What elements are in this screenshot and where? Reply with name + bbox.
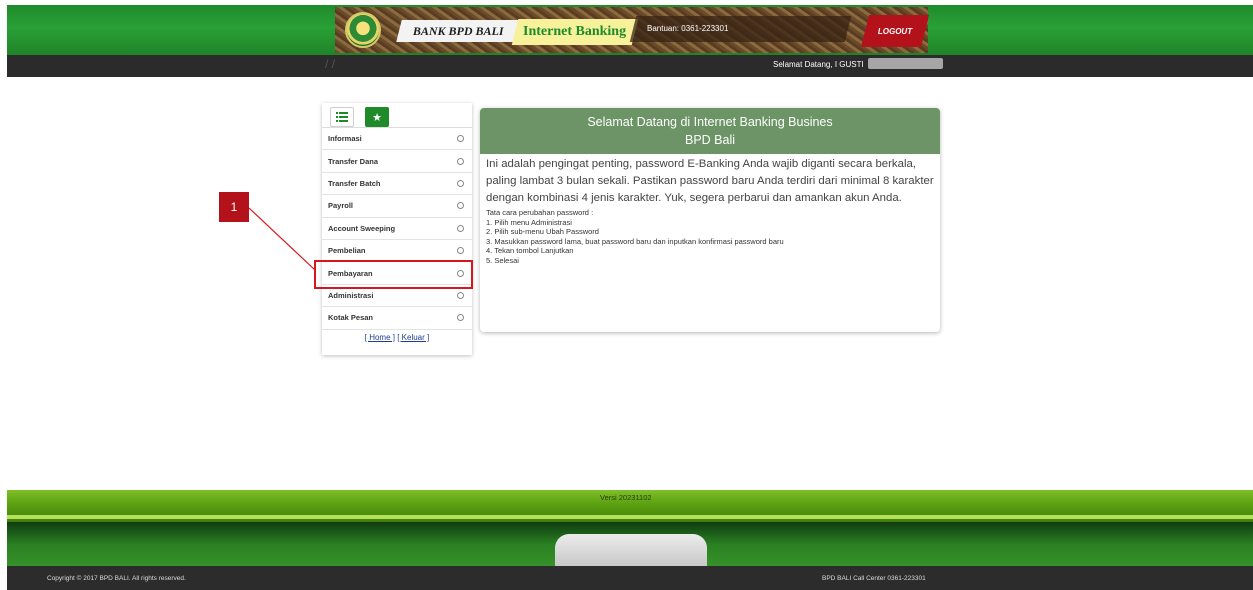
step-item: 1. Pilih menu Administrasi [486, 217, 572, 227]
card-title: Selamat Datang di Internet Banking Busin… [587, 115, 833, 129]
menu-item-informasi[interactable]: Informasi [322, 128, 472, 151]
bank-logo-icon [345, 12, 381, 48]
decorative-slash: / / [325, 57, 336, 71]
step-item: 5. Selesai [486, 255, 519, 265]
expand-icon [457, 314, 464, 322]
menu-item-transfer-batch[interactable]: Transfer Batch [322, 173, 472, 196]
password-reminder-text: Ini adalah pengingat penting, password E… [486, 158, 934, 204]
menu-item-label: Transfer Dana [328, 156, 379, 166]
redacted-username [868, 58, 943, 69]
tab-menu-list[interactable] [330, 107, 354, 127]
menu-item-account-sweeping[interactable]: Account Sweeping [322, 218, 472, 240]
header-banner: BANK BPD BALI Internet Banking Bantuan: … [335, 7, 929, 53]
step-item: 3. Masukkan password lama, buat password… [486, 236, 784, 246]
expand-icon [457, 247, 464, 255]
menu-item-label: Transfer Batch [328, 178, 381, 188]
bank-name: BANK BPD BALI [412, 23, 504, 38]
app-name: Internet Banking [523, 24, 627, 39]
call-center-text: BPD BALI Call Center 0361-223301 [822, 575, 926, 582]
card-subtitle: BPD Bali [684, 133, 736, 147]
version-text: Versi 20231102 [600, 493, 652, 502]
menu-item-kotak-pesan[interactable]: Kotak Pesan [322, 307, 472, 330]
steps-title: Tata cara perubahan password : [486, 208, 594, 217]
home-link[interactable]: [ Home ] [365, 333, 395, 342]
menu-item-label: Pembelian [328, 246, 366, 256]
expand-icon [457, 291, 464, 299]
logout-button[interactable]: LOGOUT [861, 15, 929, 47]
footer-tab-shape [555, 534, 707, 568]
expand-icon [457, 157, 464, 165]
callout-number: 1 [230, 200, 238, 214]
menu-item-label: Kotak Pesan [328, 313, 374, 323]
expand-icon [457, 202, 464, 210]
menu-item-label: Payroll [328, 201, 354, 211]
welcome-greeting: Selamat Datang, I GUSTI [773, 60, 864, 69]
list-icon [336, 112, 348, 122]
help-text: Bantuan: 0361-223301 [647, 24, 729, 33]
bank-name-badge: BANK BPD BALI [396, 20, 520, 42]
menu-item-transfer-dana[interactable]: Transfer Dana [322, 150, 472, 173]
welcome-bar: / / [7, 55, 1253, 77]
app-name-badge: Internet Banking [511, 19, 639, 45]
menu-item-pembelian[interactable]: Pembelian [322, 240, 472, 263]
menu-item-label: Account Sweeping [328, 223, 396, 233]
footer-highlight-line [7, 515, 1253, 519]
tab-favorites[interactable]: ★ [365, 107, 389, 127]
card-body: Ini adalah pengingat penting, password E… [480, 154, 940, 265]
expand-icon [457, 135, 464, 143]
step-item: 2. Pilih sub-menu Ubah Password [486, 227, 599, 236]
card-header: Selamat Datang di Internet Banking Busin… [480, 108, 940, 154]
menu-item-payroll[interactable]: Payroll [322, 195, 472, 218]
menu-footer-links: [ Home ] [ Keluar ] [322, 333, 472, 342]
callout-highlight-box [314, 260, 473, 289]
footer-bar [7, 566, 1253, 590]
expand-icon [457, 179, 464, 187]
welcome-card: Selamat Datang di Internet Banking Busin… [480, 108, 940, 332]
keluar-link[interactable]: [ Keluar ] [397, 333, 429, 342]
menu-list: Informasi Transfer Dana Transfer Batch P… [322, 127, 472, 330]
expand-icon [457, 224, 464, 232]
password-steps: Tata cara perubahan password : 1. Pilih … [486, 208, 934, 265]
menu-item-label: Administrasi [328, 290, 374, 300]
step-item: 4. Tekan tombol Lanjutkan [486, 246, 574, 255]
callout-number-badge: 1 [219, 192, 249, 222]
logout-label: LOGOUT [877, 26, 913, 36]
menu-item-label: Informasi [328, 134, 362, 144]
star-icon: ★ [372, 111, 382, 124]
copyright-text: Copyright © 2017 BPD BALI. All rights re… [47, 575, 186, 582]
